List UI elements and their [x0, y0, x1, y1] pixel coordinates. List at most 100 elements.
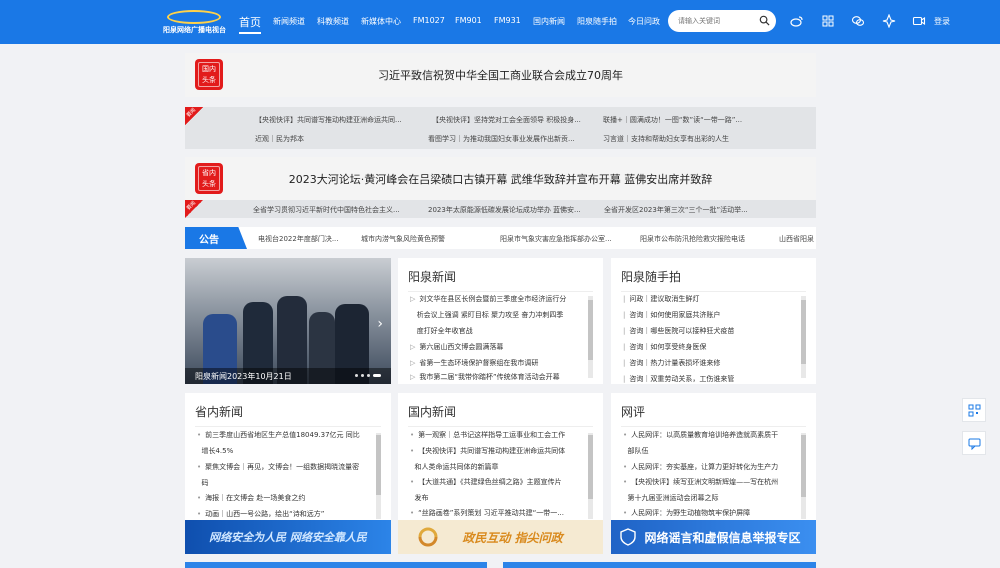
nav-inquiry[interactable]: 今日问政 — [628, 16, 660, 27]
carousel-dots — [352, 370, 381, 379]
bottom-banner-strip — [503, 562, 816, 568]
review-panel: 网评 • 人民网评：以高质量教育培训培养造就高素质干 部队伍 • 人民网评：夯实基座… — [611, 393, 816, 521]
rumor-report-banner[interactable]: 网络谣言和虚假信息举报专区 — [611, 520, 816, 554]
sub-news-link[interactable]: 联播+｜圆满成功！一图“数”读“一带一路”... — [603, 115, 742, 125]
login-link[interactable]: 登录 — [934, 16, 950, 27]
list-item[interactable]: • 人民网评：以高质量教育培训培养造就高素质干 部队伍 — [623, 427, 798, 459]
app-grid-icon[interactable] — [821, 14, 835, 28]
bottom-banner-strip — [185, 562, 487, 568]
sub-news-link[interactable]: 习言道｜支持和帮助妇女享有出彩的人生 — [603, 134, 729, 144]
headline-app-icon[interactable] — [882, 14, 896, 28]
notice-item[interactable]: 山西省阳泉 — [779, 234, 814, 244]
panel-title: 国内新闻 — [408, 405, 457, 419]
scroll-thumb[interactable] — [588, 300, 593, 360]
panel-title: 阳泉随手拍 — [621, 270, 682, 284]
nav-new-media[interactable]: 新媒体中心 — [361, 16, 401, 27]
nav-fm931[interactable]: FM931 — [494, 16, 521, 25]
share-float-button[interactable] — [962, 431, 986, 455]
sub-news-link[interactable]: 全省学习贯彻习近平新时代中国特色社会主义... — [253, 205, 400, 215]
list-item[interactable]: • 人民网评：夯实基座，让算力更好转化为生产力 — [623, 459, 778, 475]
top-nav: 阳泉网络广播电视台 首页 新闻频道 科教频道 新媒体中心 FM1027 FM90… — [0, 0, 1000, 44]
notice-item[interactable]: 城市内涝气象风险黄色预警 — [361, 234, 445, 244]
list-item[interactable]: • 前三季度山西省地区生产总值18049.37亿元 同比 增长4.5% — [197, 427, 372, 459]
carousel-dot-active[interactable] — [373, 374, 381, 377]
carousel-dot[interactable] — [361, 374, 364, 377]
province-headline-text[interactable]: 2023大河论坛·黄河峰会在吕梁碛口古镇开幕 武维华致辞并宣布开幕 蓝佛安出席并… — [185, 171, 816, 187]
nav-domestic-news[interactable]: 国内新闻 — [533, 16, 565, 27]
search-icon[interactable] — [759, 15, 770, 26]
national-headline: 国内 头条 习近平致信祝贺中华全国工商业联合会成立70周年 — [185, 53, 816, 97]
snapshot-panel: 阳泉随手拍 | 问政｜建议取消生鲜灯 | 咨询｜如何使用家庭共济账户 | 咨询｜哪些医… — [611, 258, 816, 384]
list-item[interactable]: | 咨询｜如何使用家庭共济账户 — [623, 307, 720, 323]
qrcode-icon — [968, 404, 981, 417]
news-photo-carousel[interactable]: › 阳泉新闻2023年10月21日 — [185, 258, 391, 384]
list-item[interactable]: | 问政｜建议取消生鲜灯 — [623, 291, 699, 307]
cyber-security-banner[interactable]: 网络安全为人民 网络安全靠人民 — [185, 520, 391, 554]
nav-fm1027[interactable]: FM1027 — [413, 16, 445, 25]
province-news-strip: 要闻 全省学习贯彻习近平新时代中国特色社会主义... 2023年太原能源低碳发展… — [185, 200, 816, 218]
list-item[interactable]: | 咨询｜哪些医院可以接种狂犬疫苗 — [623, 323, 734, 339]
notice-item[interactable]: 电视台2022年度部门决... — [258, 234, 339, 244]
list-item[interactable]: • “丝路画卷”系列策划 习近平推动共建“一带一... — [410, 505, 564, 521]
notice-item[interactable]: 阳泉市公布防汛抢险救灾报险电话 — [640, 234, 745, 244]
nav-snapshot[interactable]: 阳泉随手拍 — [577, 16, 617, 27]
national-news-strip: 要闻 【央视快评】共同谱写推动构建亚洲命运共同... 【央视快评】坚持党对工会全… — [185, 107, 816, 149]
list-item[interactable]: ▷ 刘文华在县区长例会暨前三季度全市经济运行分 析会议上强调 紧盯目标 聚力攻坚 … — [410, 291, 585, 339]
video-icon[interactable] — [912, 14, 926, 28]
site-logo[interactable]: 阳泉网络广播电视台 — [163, 8, 226, 34]
gov-interaction-banner[interactable]: 政民互动 指尖问政 — [398, 520, 603, 554]
carousel-dot[interactable] — [367, 374, 370, 377]
sub-news-link[interactable]: 近观｜民为邦本 — [255, 134, 304, 144]
notice-bar: 公告 电视台2022年度部门决... 城市内涝气象风险黄色预警 阳泉市气象灾害应… — [185, 227, 816, 249]
province-headline: 省内 头条 2023大河论坛·黄河峰会在吕梁碛口古镇开幕 武维华致辞并宣布开幕 蓝… — [185, 157, 816, 201]
panel-title: 省内新闻 — [195, 405, 244, 419]
sub-news-link[interactable]: 看图学习｜为推动我国妇女事业发展作出新贡... — [428, 134, 575, 144]
message-icon — [968, 438, 981, 450]
nav-news-channel[interactable]: 新闻频道 — [273, 16, 305, 27]
list-item[interactable]: ▷ 第六届山西文博会圆满落幕 — [410, 339, 503, 355]
sub-news-link[interactable]: 2023年太原能源低碳发展论坛成功举办 蓝佛安... — [428, 205, 581, 215]
list-item[interactable]: • 【大道共通】《共建绿色丝绸之路》主题宣传片 发布 — [410, 474, 585, 506]
domestic-news-panel: 国内新闻 • 第一观察｜总书记这样指导工运事业和工会工作 • 【央视快评】共同谱写推… — [398, 393, 603, 521]
list-item[interactable]: | 咨询｜热力计量表损坏谁来修 — [623, 355, 720, 371]
yangquan-news-panel: 阳泉新闻 ▷ 刘文华在县区长例会暨前三季度全市经济运行分 析会议上强调 紧盯目标 … — [398, 258, 603, 384]
carousel-next-icon[interactable]: › — [377, 316, 383, 332]
logo-ring — [167, 10, 221, 24]
logo-text: 阳泉网络广播电视台 — [163, 26, 226, 34]
scrollbar[interactable] — [801, 296, 806, 378]
list-item[interactable]: • 聚焦文博会｜再见，文博会！一组数据揭晓流量密 码 — [197, 459, 372, 491]
scroll-thumb[interactable] — [376, 435, 381, 495]
wechat-icon[interactable] — [851, 14, 865, 28]
province-news-panel: 省内新闻 • 前三季度山西省地区生产总值18049.37亿元 同比 增长4.5% … — [185, 393, 391, 521]
list-item[interactable]: | 咨询｜如何享受终身医保 — [623, 339, 706, 355]
scroll-thumb[interactable] — [801, 300, 806, 364]
scrollbar[interactable] — [376, 433, 381, 519]
scroll-thumb[interactable] — [801, 435, 806, 497]
nav-home[interactable]: 首页 — [239, 14, 261, 34]
carousel-dot[interactable] — [355, 374, 358, 377]
list-item[interactable]: | 咨询｜双重劳动关系，工伤谁来管 — [623, 371, 734, 387]
national-headline-text[interactable]: 习近平致信祝贺中华全国工商业联合会成立70周年 — [185, 67, 816, 83]
sub-news-link[interactable]: 【央视快评】坚持党对工会全面领导 积极投身... — [432, 115, 581, 125]
scrollbar[interactable] — [588, 296, 593, 378]
panel-title: 网评 — [621, 405, 646, 419]
nav-fm901[interactable]: FM901 — [455, 16, 482, 25]
news-ribbon: 要闻 — [185, 200, 203, 218]
scroll-thumb[interactable] — [588, 435, 593, 499]
list-item[interactable]: • 【央视快评】共同谱写推动构建亚洲命运共同体 和人类命运共同体的新篇章 — [410, 443, 585, 475]
list-item[interactable]: • 第一观察｜总书记这样指导工运事业和工会工作 — [410, 427, 565, 443]
list-item[interactable]: • 海报｜在文博会 赴一场美食之约 — [197, 490, 305, 506]
panel-title: 阳泉新闻 — [408, 270, 457, 284]
notice-tag: 公告 — [185, 227, 247, 249]
weibo-icon[interactable] — [790, 14, 804, 28]
list-item[interactable]: • 【央视快评】续写亚洲文明新辉煌——写在杭州 第十九届亚洲运动会闭幕之际 — [623, 474, 798, 506]
qrcode-float-button[interactable] — [962, 398, 986, 422]
sub-news-link[interactable]: 全省开发区2023年第三次“三个一批”活动举... — [604, 205, 748, 215]
notice-item[interactable]: 阳泉市气象灾害应急指挥部办公室... — [500, 234, 612, 244]
list-item[interactable]: ▷ 我市第二届“我带你踏杯”传统体育活动会开幕 — [410, 369, 560, 385]
scrollbar[interactable] — [801, 433, 806, 519]
scrollbar[interactable] — [588, 433, 593, 519]
nav-science-channel[interactable]: 科教频道 — [317, 16, 349, 27]
sub-news-link[interactable]: 【央视快评】共同谱写推动构建亚洲命运共同... — [255, 115, 402, 125]
list-item[interactable]: • 人民网评：为野生动植物筑牢保护屏障 — [623, 505, 750, 521]
